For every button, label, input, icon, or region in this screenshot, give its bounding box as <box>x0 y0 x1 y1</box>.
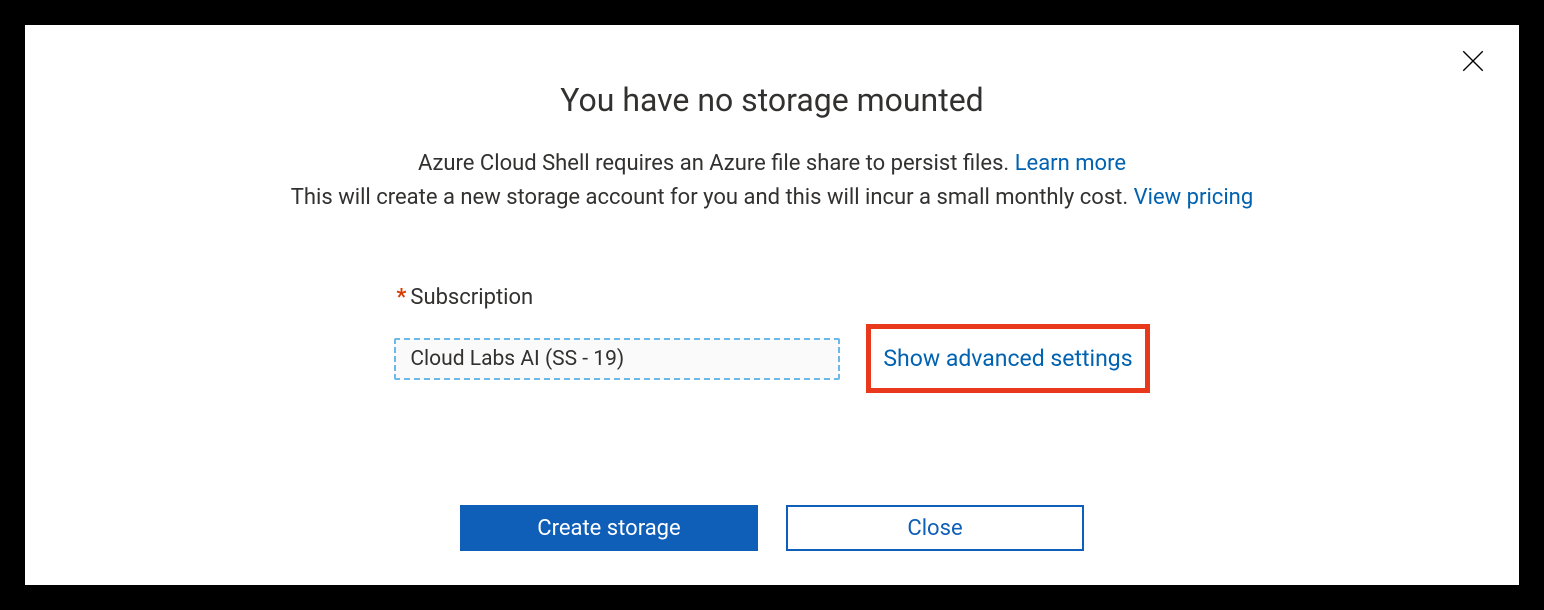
desc-text-2: This will create a new storage account f… <box>291 185 1134 210</box>
subscription-label-text: Subscription <box>410 285 533 310</box>
advanced-settings-highlight: Show advanced settings <box>866 324 1149 393</box>
close-button[interactable]: Close <box>786 505 1084 551</box>
subscription-select[interactable]: Cloud Labs AI (SS - 19) <box>394 338 840 380</box>
form-area: *Subscription Cloud Labs AI (SS - 19) Sh… <box>25 285 1519 393</box>
show-advanced-settings-link[interactable]: Show advanced settings <box>883 345 1132 372</box>
learn-more-link[interactable]: Learn more <box>1015 151 1126 176</box>
dialog-title: You have no storage mounted <box>25 81 1519 119</box>
desc-text-1: Azure Cloud Shell requires an Azure file… <box>418 151 1015 176</box>
button-row: Create storage Close <box>25 505 1519 551</box>
required-star-icon: * <box>396 285 406 310</box>
subscription-label: *Subscription <box>396 285 1149 310</box>
field-row: Cloud Labs AI (SS - 19) Show advanced se… <box>394 324 1149 393</box>
dialog-description: Azure Cloud Shell requires an Azure file… <box>25 147 1519 215</box>
create-storage-button[interactable]: Create storage <box>460 505 758 551</box>
close-icon[interactable] <box>1459 47 1487 75</box>
form-inner: *Subscription Cloud Labs AI (SS - 19) Sh… <box>394 285 1149 393</box>
storage-mount-dialog: You have no storage mounted Azure Cloud … <box>25 25 1519 585</box>
view-pricing-link[interactable]: View pricing <box>1134 185 1254 210</box>
